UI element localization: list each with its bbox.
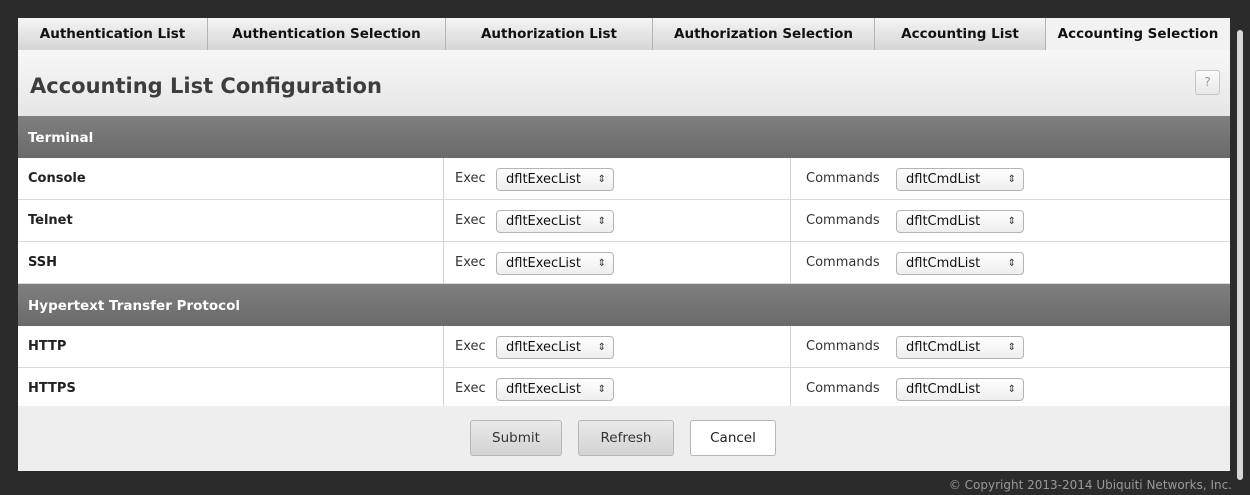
exec-select-value: dfltExecList: [506, 172, 581, 187]
commands-label: Commands: [806, 213, 880, 228]
column-divider: [443, 200, 444, 241]
row-label: HTTP: [28, 339, 67, 354]
exec-select[interactable]: dfltExecList ⇕: [496, 168, 614, 191]
button-bar: Submit Refresh Cancel: [18, 406, 1230, 471]
exec-select[interactable]: dfltExecList ⇕: [496, 336, 614, 359]
commands-select-value: dfltCmdList: [906, 172, 981, 187]
commands-select-value: dfltCmdList: [906, 214, 981, 229]
tab-accounting-selection[interactable]: Accounting Selection: [1046, 18, 1230, 52]
chevron-updown-icon: ⇕: [597, 174, 606, 185]
column-divider: [443, 242, 444, 283]
copyright-footer: © Copyright 2013-2014 Ubiquiti Networks,…: [948, 478, 1232, 492]
row-ssh: SSH Exec dfltExecList ⇕ Commands dfltCmdL…: [18, 242, 1230, 284]
column-divider: [443, 326, 444, 367]
column-divider: [443, 368, 444, 409]
commands-label: Commands: [806, 255, 880, 270]
exec-label: Exec: [455, 171, 486, 186]
commands-label: Commands: [806, 381, 880, 396]
exec-select-value: dfltExecList: [506, 256, 581, 271]
exec-label: Exec: [455, 255, 486, 270]
tab-bar: Authentication List Authentication Selec…: [18, 18, 1230, 52]
column-divider: [790, 326, 791, 367]
cancel-button[interactable]: Cancel: [690, 420, 776, 456]
exec-label: Exec: [455, 381, 486, 396]
tab-authentication-selection[interactable]: Authentication Selection: [208, 18, 446, 50]
commands-label: Commands: [806, 339, 880, 354]
commands-select[interactable]: dfltCmdList ⇕: [896, 336, 1024, 359]
group-header-http: Hypertext Transfer Protocol: [18, 284, 1230, 326]
chevron-updown-icon: ⇕: [597, 216, 606, 227]
row-telnet: Telnet Exec dfltExecList ⇕ Commands dfltC…: [18, 200, 1230, 242]
exec-select-value: dfltExecList: [506, 340, 581, 355]
exec-select-value: dfltExecList: [506, 382, 581, 397]
row-label: Telnet: [28, 213, 73, 228]
row-label: SSH: [28, 255, 58, 270]
commands-select-value: dfltCmdList: [906, 256, 981, 271]
tab-authorization-list[interactable]: Authorization List: [446, 18, 653, 50]
help-button[interactable]: ?: [1195, 70, 1220, 95]
chevron-updown-icon: ⇕: [597, 342, 606, 353]
row-console: Console Exec dfltExecList ⇕ Commands dflt…: [18, 158, 1230, 200]
column-divider: [790, 368, 791, 409]
submit-button[interactable]: Submit: [470, 420, 562, 456]
commands-select[interactable]: dfltCmdList ⇕: [896, 378, 1024, 401]
exec-select[interactable]: dfltExecList ⇕: [496, 378, 614, 401]
commands-label: Commands: [806, 171, 880, 186]
commands-select[interactable]: dfltCmdList ⇕: [896, 252, 1024, 275]
title-bar: Accounting List Configuration ?: [18, 50, 1230, 117]
chevron-updown-icon: ⇕: [1007, 258, 1016, 269]
page-title: Accounting List Configuration: [30, 74, 382, 98]
tab-authorization-selection[interactable]: Authorization Selection: [653, 18, 875, 50]
main-panel: Accounting List Configuration ? Terminal…: [18, 50, 1230, 471]
column-divider: [790, 200, 791, 241]
commands-select-value: dfltCmdList: [906, 340, 981, 355]
column-divider: [443, 158, 444, 199]
exec-select[interactable]: dfltExecList ⇕: [496, 252, 614, 275]
exec-label: Exec: [455, 213, 486, 228]
group-header-terminal: Terminal: [18, 116, 1230, 158]
chevron-updown-icon: ⇕: [1007, 174, 1016, 185]
row-label: HTTPS: [28, 381, 76, 396]
exec-select[interactable]: dfltExecList ⇕: [496, 210, 614, 233]
commands-select[interactable]: dfltCmdList ⇕: [896, 168, 1024, 191]
column-divider: [790, 242, 791, 283]
column-divider: [790, 158, 791, 199]
exec-label: Exec: [455, 339, 486, 354]
chevron-updown-icon: ⇕: [597, 258, 606, 269]
scrollbar[interactable]: [1237, 30, 1243, 480]
row-https: HTTPS Exec dfltExecList ⇕ Commands dfltCm…: [18, 368, 1230, 410]
refresh-button[interactable]: Refresh: [578, 420, 674, 456]
row-http: HTTP Exec dfltExecList ⇕ Commands dfltCmd…: [18, 326, 1230, 368]
tab-accounting-list[interactable]: Accounting List: [875, 18, 1046, 50]
chevron-updown-icon: ⇕: [1007, 342, 1016, 353]
row-label: Console: [28, 171, 86, 186]
exec-select-value: dfltExecList: [506, 214, 581, 229]
chevron-updown-icon: ⇕: [1007, 384, 1016, 395]
tab-authentication-list[interactable]: Authentication List: [18, 18, 208, 50]
commands-select-value: dfltCmdList: [906, 382, 981, 397]
chevron-updown-icon: ⇕: [1007, 216, 1016, 227]
chevron-updown-icon: ⇕: [597, 384, 606, 395]
commands-select[interactable]: dfltCmdList ⇕: [896, 210, 1024, 233]
